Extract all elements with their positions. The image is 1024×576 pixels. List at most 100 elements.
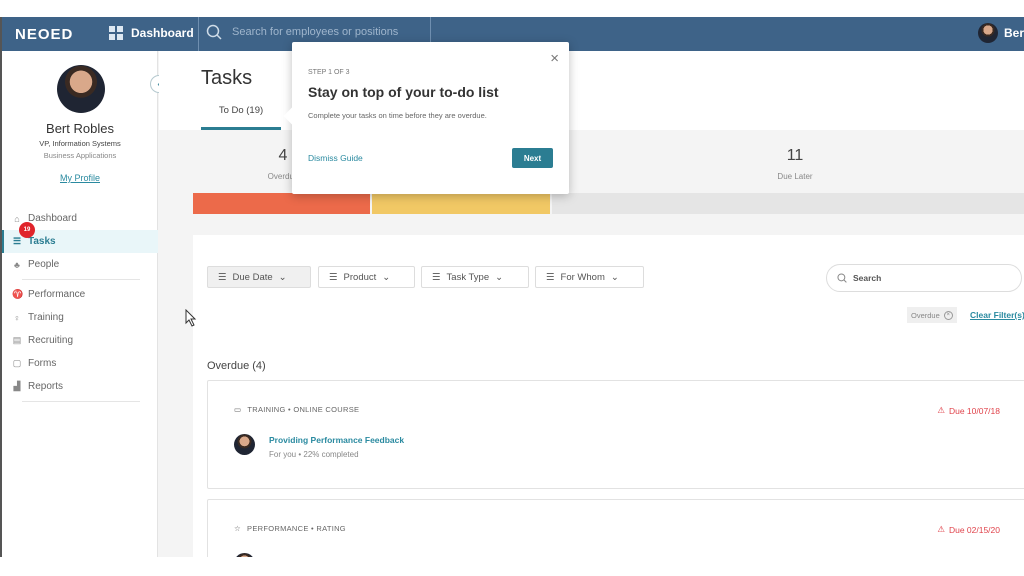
divider [22,279,140,280]
stat-value: 11 [786,147,804,164]
section-heading: Overdue (4) [207,360,266,372]
task-title-link[interactable]: Providing Performance Feedback [269,435,404,445]
filter-label: Task Type [446,271,490,283]
progress-overdue [193,193,370,214]
page-title: Tasks [201,67,253,89]
chevron-down-icon: ⌄ [278,271,287,283]
due-date: Due 02/15/20 [948,524,1000,535]
filter-due-date[interactable]: ☰ Due Date ⌄ [207,266,311,288]
search-icon [206,24,222,40]
chevron-down-icon: ⌄ [495,271,504,283]
grid-icon [109,26,123,40]
progress-due-later [552,193,1024,214]
filter-task-type[interactable]: ☰ Task Type ⌄ [421,266,529,288]
active-tab-indicator [201,127,281,130]
search-placeholder: Search [853,273,882,283]
task-type: TRAINING • ONLINE COURSE [247,405,360,414]
stat-label: Due Later [777,172,813,181]
user-name: Bert [1004,26,1024,40]
trophy-icon: ♈ [12,289,24,299]
filter-icon: ☰ [329,271,338,283]
task-search-input[interactable]: Search [826,264,1022,292]
progress-due-soon [372,193,550,214]
label: Recruiting [28,335,74,346]
chevron-down-icon: ⌄ [382,271,391,283]
filter-icon: ☰ [546,271,555,283]
label: Training [28,312,64,323]
guide-title: Stay on top of your to-do list [308,84,499,100]
filter-label: For Whom [560,271,605,283]
my-profile-link[interactable]: My Profile [2,173,158,183]
divider [22,401,140,402]
user-menu[interactable]: Bert [978,23,1024,43]
task-card[interactable]: ☆ PERFORMANCE • RATING ⚠ Due 02/15/20 [207,499,1024,557]
profile-name: Bert Robles [46,121,114,136]
task-card[interactable]: ▭ TRAINING • ONLINE COURSE ⚠ Due 10/07/18 … [207,380,1024,489]
profile-avatar [57,65,105,113]
search-icon [837,273,847,283]
search-placeholder: Search for employees or positions [232,26,399,38]
document-icon: ▤ [12,335,22,345]
guide-description: Complete your tasks on time before they … [308,111,487,120]
next-button[interactable]: Next [512,148,553,168]
avatar [234,553,255,557]
logo[interactable]: NEOED [15,26,73,43]
sidebar-item-forms[interactable]: ▢ Forms [2,352,158,375]
label: Performance [28,289,86,300]
app-window: NEOED Dashboard Search for employees or … [0,17,1024,557]
filter-for-whom[interactable]: ☰ For Whom ⌄ [535,266,644,288]
form-icon: ▢ [12,358,22,368]
clear-filters-link[interactable]: Clear Filter(s) [970,310,1024,320]
tasks-panel: ☰ Due Date ⌄ ☰ Product ⌄ ☰ Task Type ⌄ ☰ For Wh… [193,235,1024,557]
chip-label: Overdue [911,310,940,320]
course-icon: ▭ [234,405,242,414]
tab-to-do[interactable]: To Do (19) [201,105,281,116]
sidebar-nav: ⌂ Dashboard 19 ☰ Tasks ♣ People ♈ Performance… [2,207,158,405]
warning-icon: ⚠ [937,524,945,534]
avatar [234,434,255,455]
divider [198,17,199,51]
sidebar-item-training[interactable]: ♀ Training [2,306,158,329]
lightbulb-icon: ♀ [13,312,21,323]
label: Forms [28,358,57,369]
task-type: PERFORMANCE • RATING [247,524,346,533]
tasks-badge: 19 [19,222,35,238]
active-filter-chip: Overdue × [907,307,957,323]
filter-icon: ☰ [218,271,227,283]
guide-step: STEP 1 OF 3 [308,69,350,76]
profile-title: VP, Information Systems [39,139,121,148]
filter-label: Due Date [232,271,273,283]
warning-icon: ⚠ [937,405,945,415]
dashboard-label: Dashboard [131,26,194,40]
filter-label: Product [343,271,377,283]
guide-popover: × STEP 1 OF 3 Stay on top of your to-do … [292,42,569,194]
close-icon[interactable]: × [550,50,559,67]
home-icon: ⌂ [14,213,20,224]
sidebar-item-performance[interactable]: ♈ Performance [2,283,158,306]
list-icon: ☰ [12,236,22,246]
sidebar-item-people[interactable]: ♣ People [2,253,158,276]
chevron-down-icon: ⌄ [610,271,619,283]
mouse-cursor-icon [185,309,197,327]
filter-product[interactable]: ☰ Product ⌄ [318,266,415,288]
dashboard-link[interactable]: Dashboard [109,26,194,40]
global-search[interactable]: Search for employees or positions [206,24,398,40]
label: Tasks [28,236,56,247]
remove-filter-icon[interactable]: × [943,310,953,320]
stat-due-later[interactable]: 11 Due Later [735,147,855,181]
sidebar-item-tasks[interactable]: 19 ☰ Tasks [2,222,158,253]
profile-department: Business Applications [43,151,117,160]
bar-chart-icon: ▟ [13,381,21,391]
due-date: Due 10/07/18 [948,405,1000,416]
label: Reports [28,381,64,392]
dismiss-guide-link[interactable]: Dismiss Guide [308,153,363,163]
org-chart-icon: ♣ [14,259,20,270]
filter-icon: ☰ [432,271,441,283]
label: People [28,259,60,270]
sidebar-item-recruiting[interactable]: ▤ Recruiting [2,329,158,352]
task-subtitle: For you • 22% completed [269,450,359,459]
avatar [978,23,998,43]
sidebar-item-reports[interactable]: ▟ Reports [2,375,158,398]
label: Dashboard [28,213,77,224]
star-icon: ☆ [234,524,242,533]
